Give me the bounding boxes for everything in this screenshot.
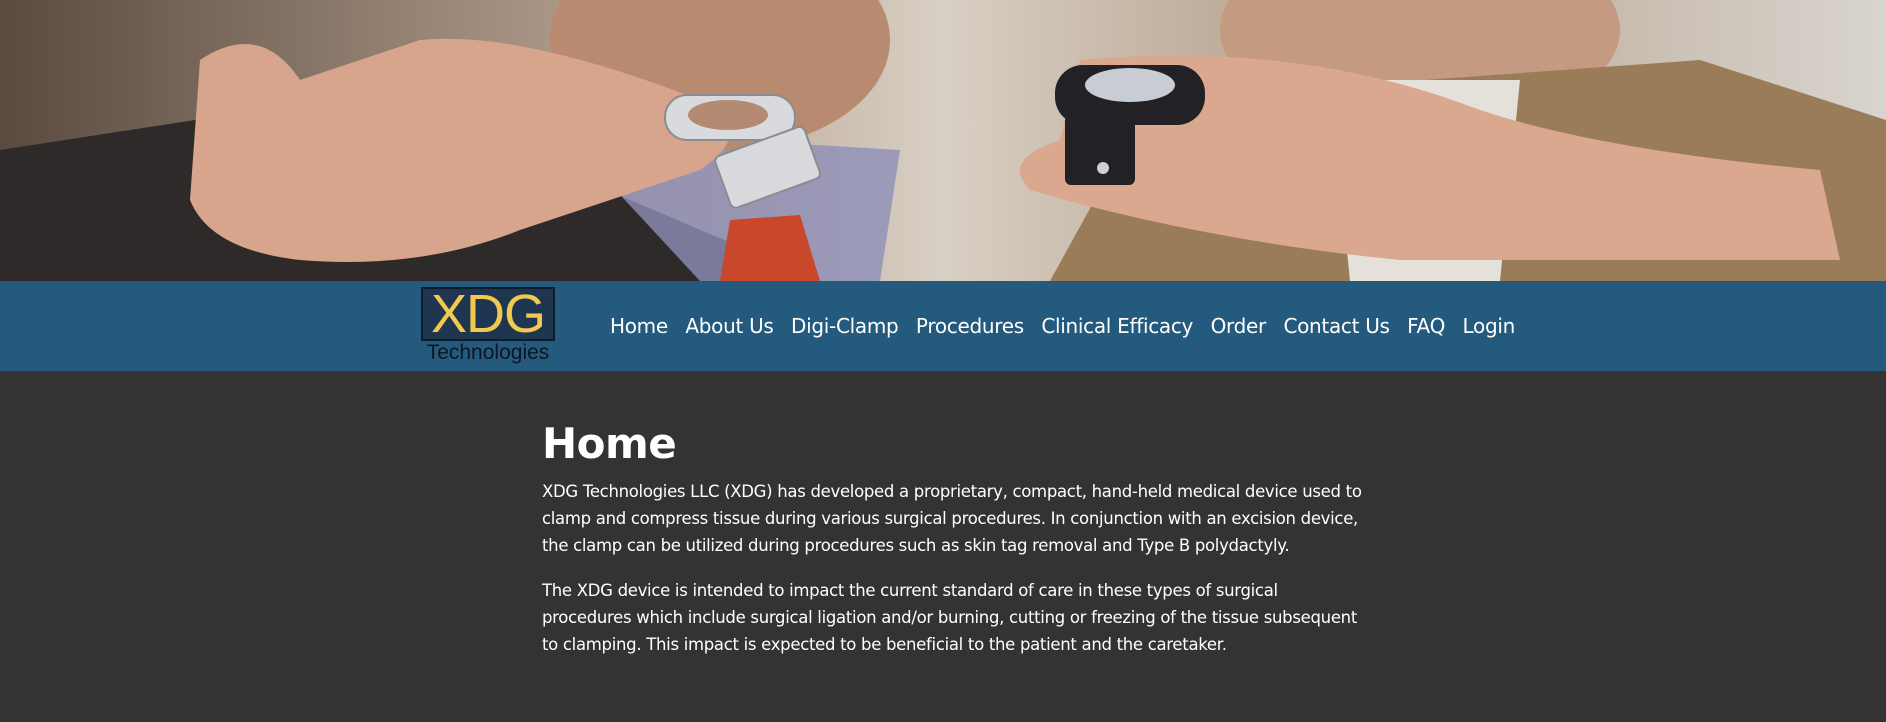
main-content: Home XDG Technologies LLC (XDG) has deve… <box>542 420 1362 676</box>
company-logo[interactable]: XDG Technologies <box>421 287 555 365</box>
impact-paragraph: The XDG device is intended to impact the… <box>542 581 1357 654</box>
nav-item-clinical-efficacy[interactable]: Clinical Efficacy <box>1041 314 1193 338</box>
nav-item-login[interactable]: Login <box>1463 314 1516 338</box>
nav-item-home[interactable]: Home <box>610 314 668 338</box>
hero-image <box>0 0 1886 281</box>
page-title: Home <box>542 419 677 468</box>
nav-menu: Home About Us Digi-Clamp Procedures Clin… <box>610 281 1532 371</box>
nav-item-faq[interactable]: FAQ <box>1407 314 1445 338</box>
main-navbar: XDG Technologies Home About Us Digi-Clam… <box>0 281 1886 371</box>
intro-paragraph: XDG Technologies LLC (XDG) has developed… <box>542 482 1362 555</box>
nav-item-digi-clamp[interactable]: Digi-Clamp <box>791 314 899 338</box>
hero-photo <box>0 0 1886 281</box>
nav-item-order[interactable]: Order <box>1211 314 1267 338</box>
nav-item-procedures[interactable]: Procedures <box>916 314 1024 338</box>
nav-item-about-us[interactable]: About Us <box>685 314 773 338</box>
logo-subtitle: Technologies <box>426 341 550 364</box>
nav-item-contact-us[interactable]: Contact Us <box>1283 314 1390 338</box>
logo-mark: XDG <box>430 284 546 344</box>
